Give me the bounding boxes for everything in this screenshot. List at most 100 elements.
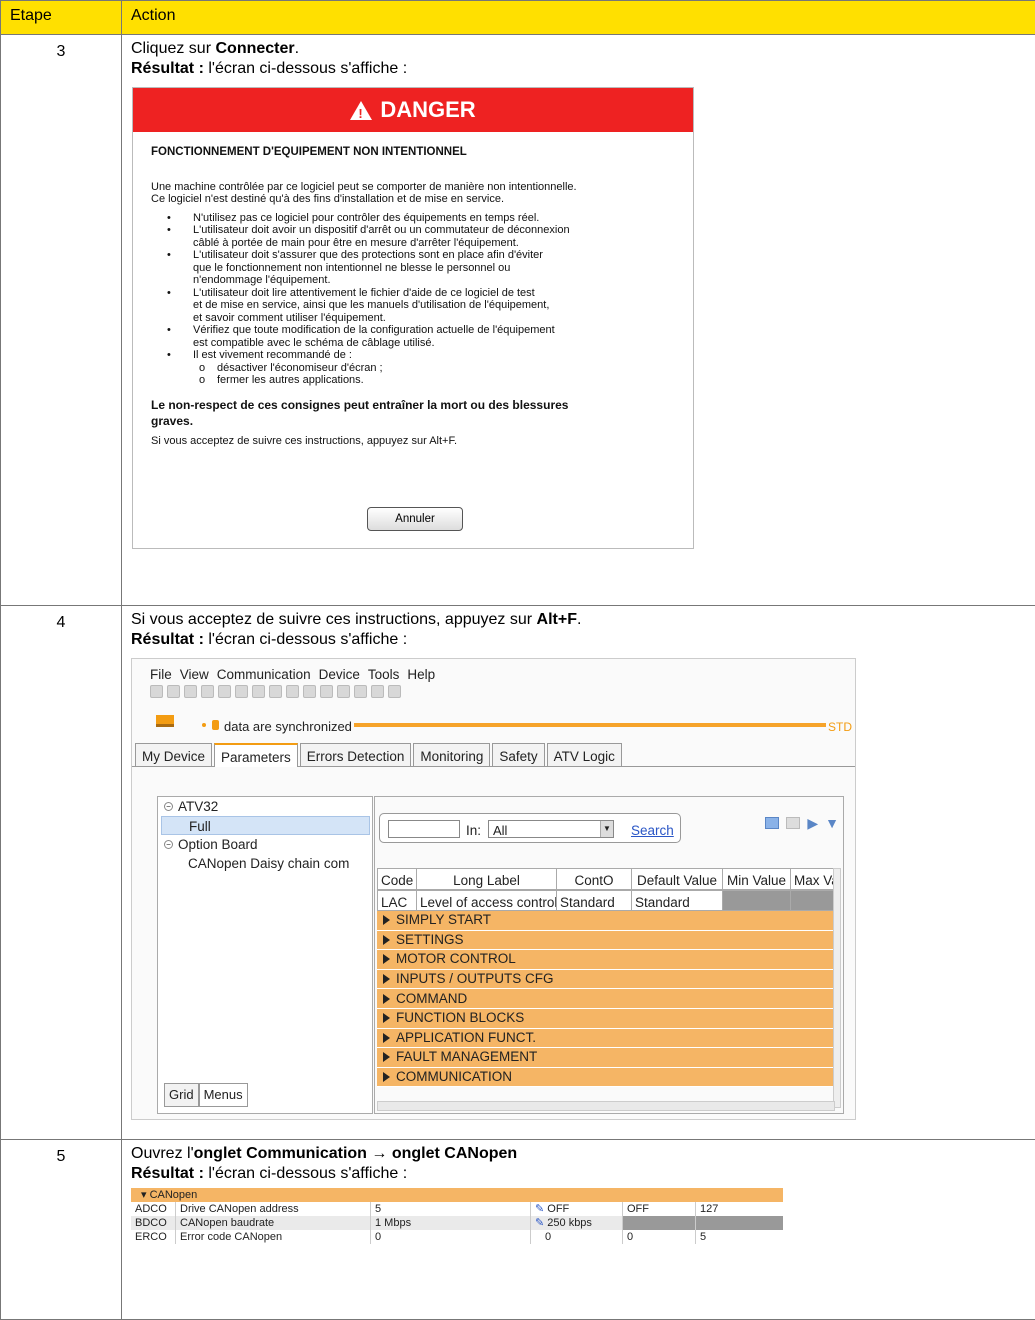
toolbar	[132, 681, 855, 703]
result-line: Résultat : l'écran ci-dessous s'affiche …	[131, 1165, 408, 1182]
grid-view-icon[interactable]	[786, 817, 801, 829]
menu-group-motor-control[interactable]: MOTOR CONTROL	[377, 950, 835, 970]
tab-safety[interactable]: Safety	[492, 743, 545, 766]
tab-my-device[interactable]: My Device	[135, 743, 213, 766]
dialog-intro: Une machine contrôlée par ce logiciel pe…	[151, 180, 577, 206]
instruction: Si vous acceptez de suivre ces instructi…	[131, 611, 582, 628]
tree-node-full[interactable]: Full	[161, 816, 370, 835]
upload-icon[interactable]	[337, 685, 350, 698]
tree-node-option-board[interactable]: − Option Board	[158, 835, 372, 854]
search-box: In: All ▼ Search	[379, 813, 681, 843]
link-dot-icon	[202, 723, 206, 727]
expand-arrow-icon	[383, 1052, 390, 1063]
app-window: File View Communication Device Tools Hel…	[131, 658, 856, 1120]
parameter-grid: Code Long Label ContO Default Value Min …	[377, 868, 837, 1088]
col-default-value[interactable]: Default Value	[632, 868, 723, 890]
menu-file[interactable]: File	[150, 665, 172, 682]
collapse-icon[interactable]: −	[164, 840, 173, 849]
col-conto[interactable]: ContO	[557, 868, 632, 890]
col-long-label[interactable]: Long Label	[417, 868, 557, 890]
preview-icon[interactable]	[252, 685, 265, 698]
new-icon[interactable]	[167, 685, 180, 698]
edit-icon[interactable]: ✎	[535, 1217, 547, 1229]
tab-grid[interactable]: Grid	[164, 1083, 199, 1107]
header-action: Action	[121, 0, 1035, 35]
chevron-down-icon[interactable]: ▼	[600, 821, 613, 837]
canopen-header[interactable]: ▾ CANopen	[131, 1188, 783, 1202]
stop-icon[interactable]	[388, 685, 401, 698]
tab-errors-detection[interactable]: Errors Detection	[299, 743, 412, 766]
tree-node-atv32[interactable]: − ATV32	[158, 797, 372, 816]
sync-progress	[354, 723, 826, 727]
table-row[interactable]: ADCO Drive CANopen address 5 ✎ OFF OFF 1…	[131, 1202, 783, 1216]
main-tabs: My Device Parameters Errors Detection Mo…	[132, 743, 855, 767]
connect-icon[interactable]	[303, 685, 316, 698]
sync-status: data are synchronized	[224, 719, 352, 734]
dialog-bullets: • N'utilisez pas ce logiciel pour contrôl…	[167, 211, 570, 387]
save-icon[interactable]	[201, 685, 214, 698]
menu-device[interactable]: Device	[319, 665, 360, 682]
tab-parameters[interactable]: Parameters	[214, 743, 298, 767]
step-number: 4	[0, 605, 122, 1140]
col-min-value[interactable]: Min Value	[723, 868, 791, 890]
menu-group-application-funct[interactable]: APPLICATION FUNCT.	[377, 1028, 835, 1049]
download-icon[interactable]	[354, 685, 367, 698]
print-icon[interactable]	[269, 685, 282, 698]
procedure-table: Etape Action 3 Cliquez sur Connecter. Ré…	[0, 0, 1035, 1320]
menu-help[interactable]: Help	[407, 665, 435, 682]
menu-group-simply-start[interactable]: SIMPLY START	[377, 911, 835, 931]
header-step: Etape	[0, 0, 122, 35]
sync-std-label: STD	[828, 720, 852, 734]
menu-tools[interactable]: Tools	[368, 665, 400, 682]
expand-arrow-icon	[383, 1032, 390, 1043]
search-input[interactable]	[388, 820, 460, 838]
collapse-icon[interactable]: −	[164, 802, 173, 811]
step-number: 5	[0, 1139, 122, 1320]
horizontal-scrollbar[interactable]	[377, 1101, 835, 1111]
info-icon[interactable]	[286, 685, 299, 698]
edit-icon[interactable]: ✎	[535, 1203, 547, 1215]
menu-group-settings[interactable]: SETTINGS	[377, 930, 835, 951]
tab-atv-logic[interactable]: ATV Logic	[546, 743, 622, 766]
expand-arrow-icon	[383, 1013, 390, 1024]
warning-icon: !	[350, 100, 373, 121]
vertical-scrollbar[interactable]	[833, 868, 841, 1108]
col-code[interactable]: Code	[377, 868, 417, 890]
save-all-icon[interactable]	[218, 685, 231, 698]
col-max-value[interactable]: Max Va	[791, 868, 837, 890]
expand-arrow-icon	[383, 974, 390, 985]
tab-monitoring[interactable]: Monitoring	[413, 743, 491, 766]
menu-group-fault-management[interactable]: FAULT MANAGEMENT	[377, 1048, 835, 1068]
menu-view[interactable]: View	[180, 665, 209, 682]
device-icon	[156, 715, 174, 727]
copy-icon[interactable]	[235, 685, 248, 698]
tree-node-canopen[interactable]: CANopen Daisy chain com	[158, 854, 372, 873]
tree-panel: − ATV32 Full − Option Board CANopen Daisy …	[157, 796, 373, 1114]
dialog-warning: Le non-respect de ces consignes peut ent…	[151, 397, 569, 428]
menu-communication[interactable]: Communication	[217, 665, 311, 682]
view-icons: ▶ ▼	[765, 816, 839, 830]
home-icon[interactable]	[150, 685, 163, 698]
instruction: Ouvrez l'onglet Communication → onglet C…	[131, 1145, 518, 1162]
menu-group-command[interactable]: COMMAND	[377, 989, 835, 1009]
menu-group-communication[interactable]: COMMUNICATION	[377, 1067, 835, 1088]
disconnect-icon[interactable]	[320, 685, 333, 698]
expand-icon[interactable]: ▶	[807, 816, 818, 830]
danger-dialog: ! DANGER FONCTIONNEMENT D'EQUIPEMENT NON…	[132, 87, 694, 549]
list-view-icon[interactable]	[765, 817, 780, 829]
table-row[interactable]: BDCO CANopen baudrate 1 Mbps ✎ 250 kbps	[131, 1216, 783, 1230]
filter-icon[interactable]: ▼	[825, 816, 839, 830]
cancel-button[interactable]: Annuler	[367, 507, 463, 531]
menu-group-function-blocks[interactable]: FUNCTION BLOCKS	[377, 1008, 835, 1029]
canopen-table: ▾ CANopen ADCO Drive CANopen address 5 ✎…	[131, 1188, 783, 1244]
table-row[interactable]: ERCO Error code CANopen 0 0 0 5	[131, 1230, 783, 1244]
instruction: Cliquez sur Connecter.	[131, 40, 300, 57]
table-row[interactable]: LAC Level of access control Standard Sta…	[377, 890, 837, 911]
menu-group-inputs-outputs[interactable]: INPUTS / OUTPUTS CFG	[377, 969, 835, 990]
tab-menus[interactable]: Menus	[198, 1083, 248, 1107]
run-icon[interactable]	[371, 685, 384, 698]
open-icon[interactable]	[184, 685, 197, 698]
search-in-label: In:	[466, 823, 482, 838]
search-link[interactable]: Search	[631, 821, 674, 841]
search-scope-select[interactable]: All ▼	[488, 820, 614, 838]
